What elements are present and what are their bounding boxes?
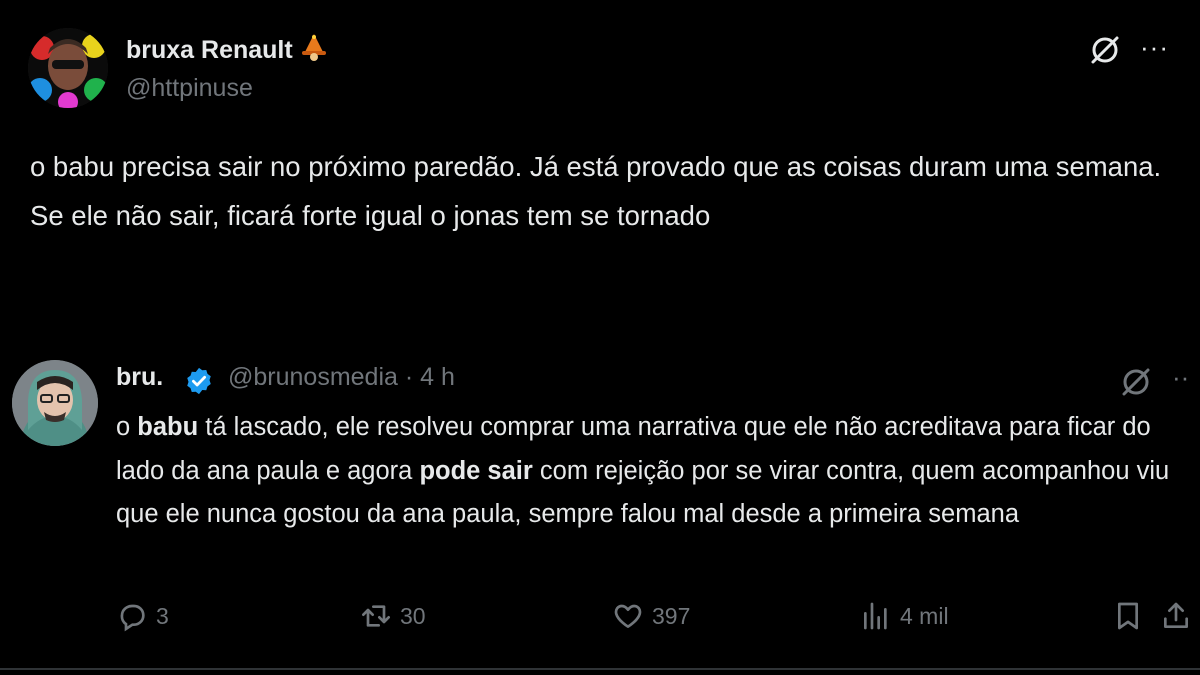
like-count: 397 xyxy=(652,602,691,629)
quoted-author-avatar[interactable] xyxy=(12,360,98,446)
verified-badge-icon xyxy=(184,366,214,396)
repost-button[interactable]: 30 xyxy=(360,600,426,632)
witch-emoji-icon xyxy=(299,32,329,69)
share-icon xyxy=(1164,602,1188,628)
grok-icon[interactable] xyxy=(1118,364,1154,400)
reply-count: 3 xyxy=(156,602,169,629)
author-handle[interactable]: @httpinuse xyxy=(126,74,253,103)
views-count: 4 mil xyxy=(900,602,949,629)
reply-button[interactable]: 3 xyxy=(116,600,169,632)
bookmark-button[interactable] xyxy=(1112,600,1152,632)
author-avatar[interactable] xyxy=(28,28,108,108)
repost-icon xyxy=(362,605,390,627)
bookmark-icon xyxy=(1118,602,1138,630)
more-options-icon[interactable]: ·· xyxy=(1172,364,1189,390)
text-segment: o xyxy=(116,413,138,441)
reply-icon xyxy=(120,604,145,632)
quoted-post-text: o babu tá lascado, ele resolveu comprar … xyxy=(116,406,1196,537)
grok-icon[interactable] xyxy=(1087,32,1123,68)
bold-text-segment: pode sair xyxy=(419,456,533,485)
quoted-author-name[interactable]: bru. xyxy=(116,363,163,392)
heart-icon xyxy=(614,604,642,628)
author-name-text[interactable]: bruxa Renault xyxy=(126,36,293,64)
like-button[interactable]: 397 xyxy=(612,600,690,632)
divider xyxy=(0,668,1200,670)
views-chart-icon xyxy=(864,602,887,630)
repost-count: 30 xyxy=(400,602,426,629)
action-bar: 3 30 397 4 mil xyxy=(0,600,1200,648)
main-post[interactable]: bruxa Renault @httpinuse ··· o babu prec… xyxy=(0,0,1200,340)
views-button[interactable]: 4 mil xyxy=(860,600,949,632)
author-name[interactable]: bruxa Renault xyxy=(126,32,329,69)
share-button[interactable] xyxy=(1160,600,1200,632)
post-text: o babu precisa sair no próximo paredão. … xyxy=(30,151,1162,231)
quoted-handle-time[interactable]: @brunosmedia · 4 h xyxy=(228,363,455,392)
bold-text-segment: babu xyxy=(137,413,199,441)
more-options-icon[interactable]: ··· xyxy=(1140,34,1169,60)
